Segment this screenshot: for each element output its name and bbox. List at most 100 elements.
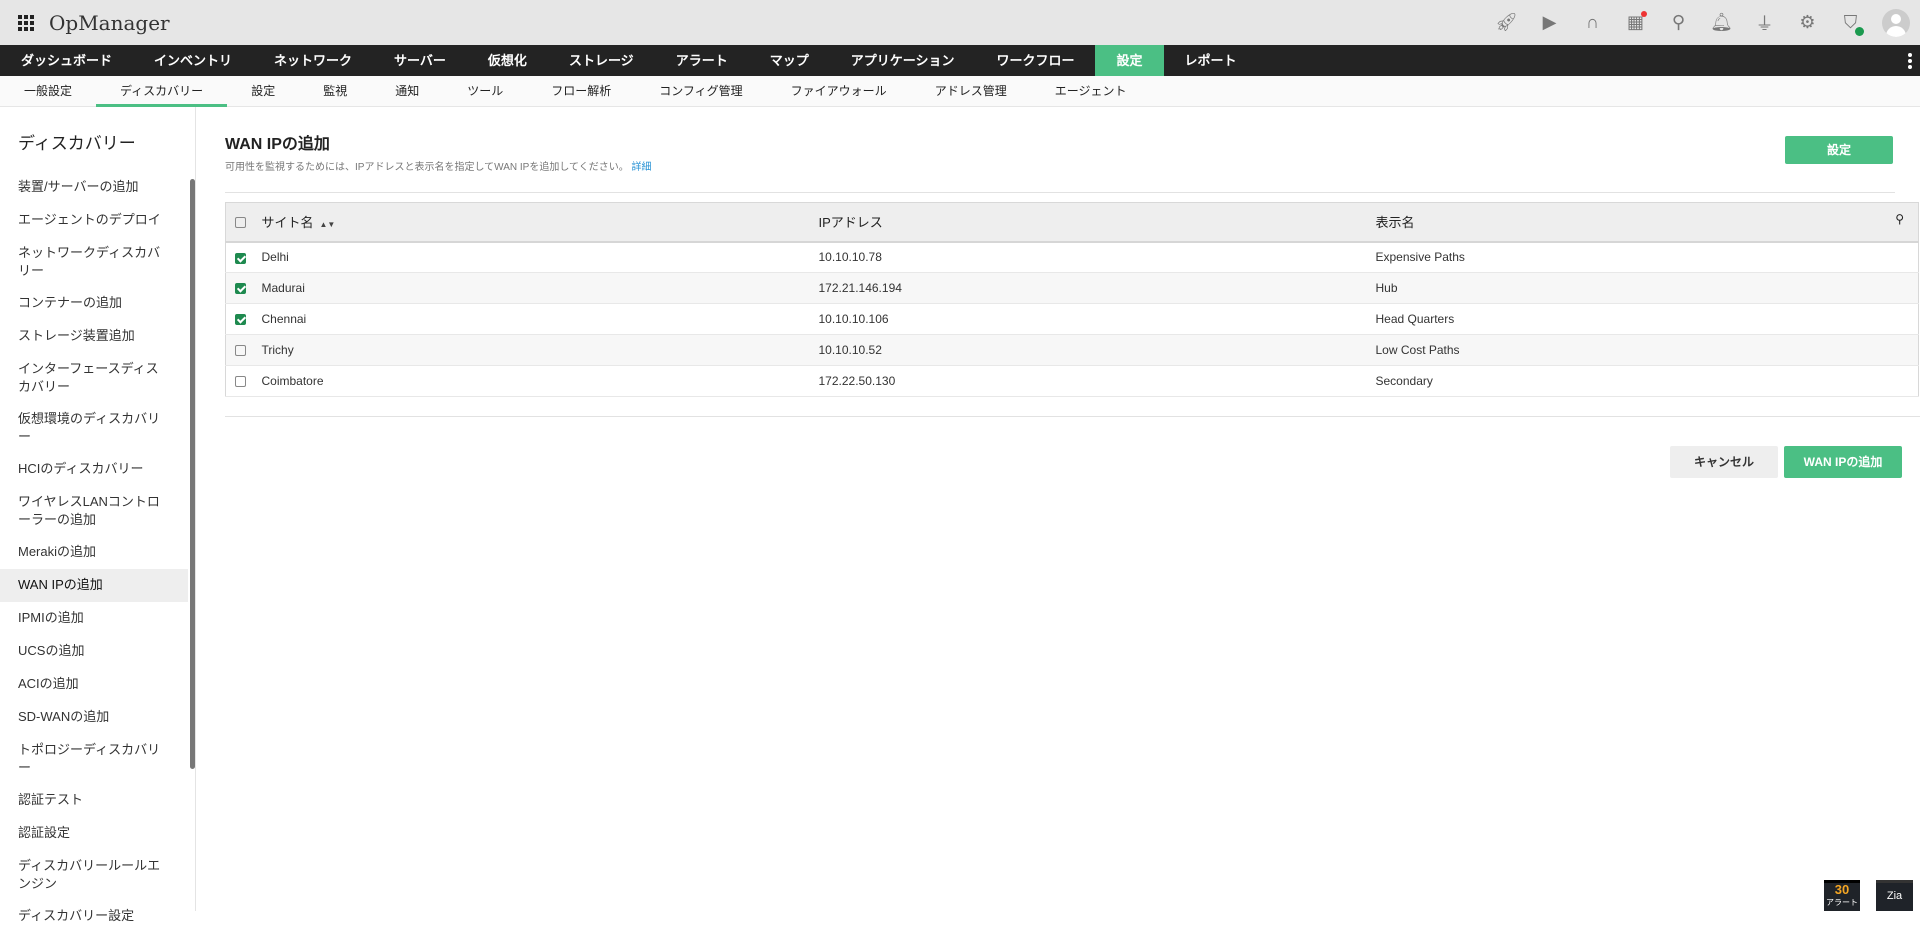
header-site-name[interactable]: サイト名 (262, 215, 314, 230)
row-checkbox[interactable] (235, 376, 246, 388)
nav-item[interactable]: 設定 (1095, 45, 1164, 76)
sidebar-item[interactable]: ACIの追加 (0, 668, 188, 701)
subnav-item[interactable]: エージェント (1031, 76, 1151, 106)
sidebar-item[interactable]: SD-WANの追加 (0, 701, 188, 734)
top-header: OpManager 🚀︎ ▶ ∩ ▦ ⚲ 🔔︎ ⏚ ⚙ ⛉ (0, 0, 1920, 45)
select-all-checkbox[interactable] (235, 217, 246, 229)
sidebar-scrollbar[interactable] (190, 179, 195, 769)
nav-item[interactable]: アプリケーション (830, 45, 976, 76)
nav-item[interactable]: ストレージ (548, 45, 655, 76)
sidebar-item[interactable]: 認証設定 (0, 817, 188, 850)
nav-item[interactable]: レポート (1164, 45, 1258, 76)
subnav-item[interactable]: 通知 (371, 76, 443, 106)
sub-nav: 一般設定 ディスカバリー 設定 監視 通知 ツール フロー解析 コンフィグ管理 ファイアウォール… (0, 76, 1920, 107)
display-name: Head Quarters (1375, 303, 1919, 335)
ip-address: 172.21.146.194 (818, 272, 1376, 304)
subnav-item[interactable]: 監視 (299, 76, 371, 106)
nav-item[interactable]: ネットワーク (253, 45, 373, 76)
subnav-item[interactable]: ファイアウォール (767, 76, 911, 106)
details-link[interactable]: 詳細 (632, 162, 652, 173)
sidebar-item[interactable]: IPMIの追加 (0, 602, 188, 635)
zia-widget[interactable]: Zia (1876, 880, 1913, 911)
sidebar-item[interactable]: HCIのディスカバリー (0, 453, 188, 486)
row-checkbox[interactable] (235, 283, 246, 295)
add-wan-ip-button[interactable]: WAN IPの追加 (1784, 446, 1902, 478)
presentation-icon[interactable]: ▶ (1538, 11, 1561, 34)
more-menu-icon[interactable] (1908, 53, 1912, 71)
table-row[interactable]: Madurai 172.21.146.194 Hub (225, 272, 1919, 304)
subnav-item[interactable]: 設定 (227, 76, 299, 106)
sidebar: ディスカバリー 装置/サーバーの追加 エージェントのデプロイ ネットワークディスカバ… (0, 107, 196, 923)
ip-address: 172.22.50.130 (818, 365, 1376, 397)
user-avatar[interactable] (1882, 8, 1910, 37)
sidebar-item[interactable]: 認証テスト (0, 784, 188, 817)
sidebar-item[interactable]: ディスカバリールールエンジン (0, 850, 188, 900)
nav-item[interactable]: ダッシュボード (0, 45, 133, 76)
wan-ip-table: サイト名 ▲▼ IPアドレス 表示名 ⚲ Delhi 10.10.10.78 Expen… (225, 202, 1919, 397)
ip-address: 10.10.10.106 (818, 303, 1376, 335)
sidebar-item[interactable]: インターフェースディスカバリー (0, 353, 188, 403)
nav-item[interactable]: 仮想化 (467, 45, 548, 76)
subnav-item[interactable]: ディスカバリー (96, 76, 228, 107)
description-text: 可用性を監視するためには、IPアドレスと表示名を指定してWAN IPを追加してく… (225, 162, 629, 173)
nav-item[interactable]: マップ (749, 45, 830, 76)
nav-item[interactable]: インベントリ (133, 45, 253, 76)
sidebar-item[interactable]: ネットワークディスカバリー (0, 237, 188, 287)
shield-alert-icon[interactable]: ⛉ (1839, 11, 1864, 36)
subnav-item[interactable]: 一般設定 (0, 76, 96, 106)
display-name: Low Cost Paths (1375, 334, 1919, 366)
cancel-button[interactable]: キャンセル (1670, 446, 1778, 478)
header-display-name: 表示名 ⚲ (1375, 202, 1919, 243)
row-checkbox[interactable] (235, 252, 246, 264)
row-checkbox[interactable] (235, 314, 246, 326)
table-row[interactable]: Coimbatore 172.22.50.130 Secondary (225, 365, 1919, 397)
gear-icon[interactable]: ⚙ (1796, 11, 1819, 34)
nav-item[interactable]: ワークフロー (975, 45, 1095, 76)
nav-item[interactable]: サーバー (373, 45, 467, 76)
table-row[interactable]: Trichy 10.10.10.52 Low Cost Paths (225, 334, 1919, 366)
sort-icon[interactable]: ▲▼ (320, 220, 336, 229)
settings-button[interactable]: 設定 (1785, 136, 1893, 164)
main-nav: ダッシュボード インベントリ ネットワーク サーバー 仮想化 ストレージ アラート マップ アプ… (0, 45, 1920, 76)
table-row[interactable]: Delhi 10.10.10.78 Expensive Paths (225, 241, 1919, 273)
sidebar-item[interactable]: Merakiの追加 (0, 536, 188, 569)
subnav-item[interactable]: ツール (443, 76, 527, 106)
subnav-item[interactable]: アドレス管理 (911, 76, 1031, 106)
display-name: Secondary (1375, 365, 1919, 397)
row-checkbox[interactable] (235, 345, 246, 357)
search-icon[interactable]: ⚲ (1667, 11, 1690, 34)
table-row[interactable]: Chennai 10.10.10.106 Head Quarters (225, 303, 1919, 335)
app-logo: OpManager (49, 10, 170, 35)
header-display-name-text: 表示名 (1375, 215, 1415, 231)
sidebar-item[interactable]: トポロジーディスカバリー (0, 734, 188, 784)
rocket-icon[interactable]: 🚀︎ (1495, 11, 1518, 34)
site-name: Delhi (261, 241, 819, 273)
subnav-item[interactable]: コンフィグ管理 (635, 76, 766, 106)
alert-count: 30 (1834, 882, 1850, 897)
ip-address: 10.10.10.78 (818, 241, 1376, 273)
headset-icon[interactable]: ∩ (1581, 11, 1604, 34)
display-name: Hub (1375, 272, 1919, 304)
display-name: Expensive Paths (1375, 241, 1919, 273)
sidebar-item[interactable]: UCSの追加 (0, 635, 188, 668)
site-name: Chennai (261, 303, 819, 335)
plug-icon[interactable]: ⏚ (1753, 11, 1776, 34)
page-title: WAN IPの追加 (225, 136, 330, 153)
ip-address: 10.10.10.52 (818, 334, 1376, 366)
header-ip-address: IPアドレス (818, 202, 1376, 243)
subnav-item[interactable]: フロー解析 (527, 76, 635, 106)
table-search-icon[interactable]: ⚲ (1895, 212, 1904, 226)
alert-widget[interactable]: 30 アラート (1824, 880, 1860, 911)
sidebar-item[interactable]: エージェントのデプロイ (0, 204, 188, 237)
gift-icon[interactable]: ▦ (1624, 11, 1647, 34)
bell-icon[interactable]: 🔔︎ (1710, 11, 1733, 34)
sidebar-item[interactable]: ストレージ装置追加 (0, 320, 188, 353)
sidebar-item[interactable]: コンテナーの追加 (0, 287, 188, 320)
sidebar-item[interactable]: ディスカバリー設定 (0, 900, 188, 933)
sidebar-item[interactable]: 仮想環境のディスカバリー (0, 403, 188, 453)
sidebar-item[interactable]: WAN IPの追加 (0, 569, 188, 602)
nav-item[interactable]: アラート (655, 45, 749, 76)
sidebar-item[interactable]: ワイヤレスLANコントローラーの追加 (0, 486, 188, 536)
app-grid-icon[interactable] (18, 14, 34, 31)
sidebar-item[interactable]: 装置/サーバーの追加 (0, 171, 188, 204)
